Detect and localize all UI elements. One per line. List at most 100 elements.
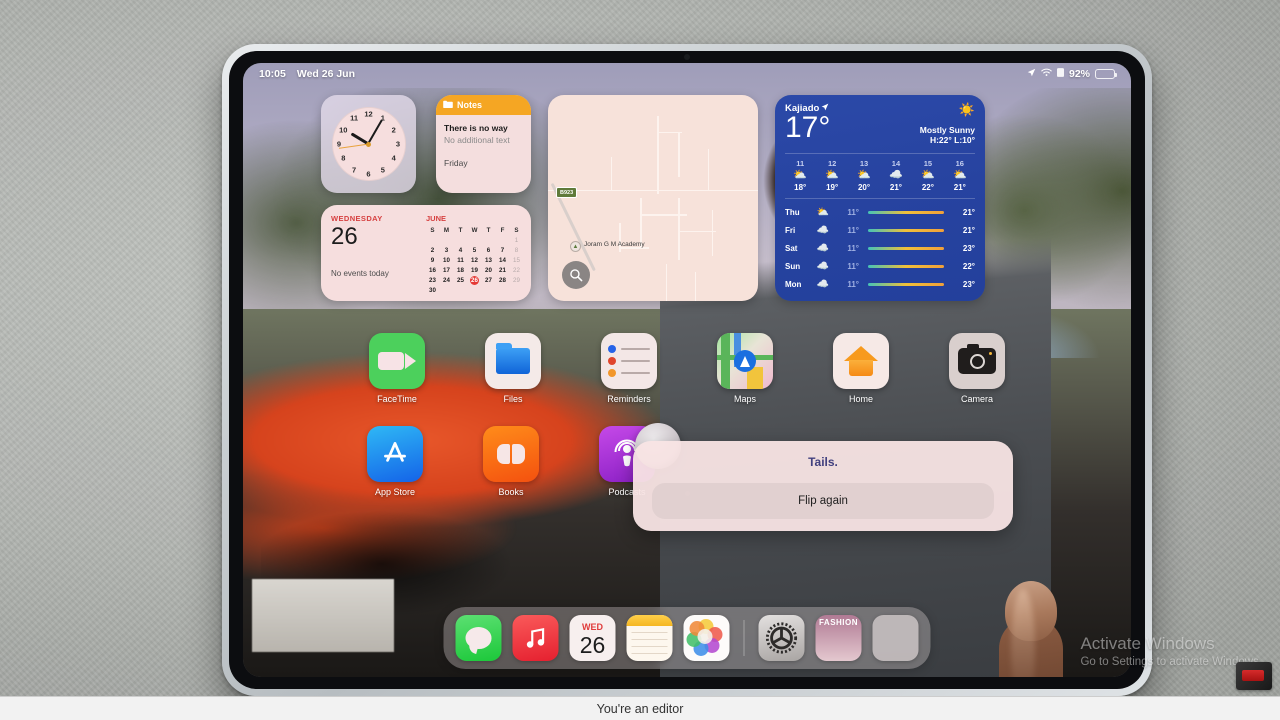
calendar-day-cell[interactable]: 12 xyxy=(468,256,481,265)
weather-hour-temp: 18° xyxy=(794,183,807,192)
dock-item-messages[interactable] xyxy=(455,615,502,661)
app-reminders[interactable]: Reminders xyxy=(599,333,659,404)
calendar-day-cell[interactable]: 3 xyxy=(440,246,453,255)
sun-behind-cloud-icon: ⛅ xyxy=(857,169,871,181)
dock-item-fashion[interactable]: FASHION xyxy=(815,615,862,661)
weather-hour-label: 16 xyxy=(955,159,964,168)
weather-day-range-bar xyxy=(868,210,944,214)
battery-icon xyxy=(1095,69,1117,79)
calendar-day-cell[interactable]: 7 xyxy=(496,246,509,255)
app-files[interactable]: Files xyxy=(483,333,543,404)
dock-item-music[interactable] xyxy=(512,615,559,661)
clock-minute-hand xyxy=(367,119,384,145)
weather-hour-temp: 21° xyxy=(889,183,903,192)
calendar-empty-cell xyxy=(440,286,453,295)
calendar-day-cell[interactable]: 22 xyxy=(510,266,523,275)
app-maps[interactable]: Maps xyxy=(715,333,775,404)
clock-second-hand xyxy=(338,143,369,149)
map-search-button[interactable] xyxy=(562,261,590,289)
notes-widget-header: Notes xyxy=(436,95,531,115)
calendar-day-cell[interactable]: 17 xyxy=(440,266,453,275)
app-camera[interactable]: Camera xyxy=(947,333,1007,404)
map-poi: ▲ Joram G M Academy xyxy=(570,241,645,252)
dock: WED 26 FASHION xyxy=(443,607,931,669)
books-icon xyxy=(483,426,539,482)
calendar-day-cell[interactable]: 21 xyxy=(496,266,509,275)
calendar-empty-cell xyxy=(454,236,467,245)
calendar-day-cell[interactable]: 27 xyxy=(482,276,495,285)
calendar-events-status: No events today xyxy=(331,269,389,279)
calendar-day-cell[interactable]: 14 xyxy=(496,256,509,265)
camera-icon xyxy=(949,333,1005,389)
weather-day-high: 21° xyxy=(962,207,975,217)
sun-behind-cloud-icon: ⛅ xyxy=(825,169,839,181)
maps-widget[interactable]: B923 ▲ Joram G M Academy xyxy=(548,95,758,301)
weather-day-high: 22° xyxy=(962,261,975,271)
calendar-day-cell[interactable]: 23 xyxy=(426,276,439,285)
calendar-day-cell[interactable]: 10 xyxy=(440,256,453,265)
weather-day-range-bar xyxy=(868,246,944,250)
calendar-day-cell[interactable]: 9 xyxy=(426,256,439,265)
calendar-day-cell[interactable]: 1 xyxy=(510,236,523,245)
dock-item-photos[interactable] xyxy=(683,615,730,661)
calendar-day-cell[interactable]: 30 xyxy=(426,286,439,295)
clock-widget[interactable]: 12 1 2 3 4 5 6 7 8 9 10 11 xyxy=(321,95,416,193)
dock-item-calendar[interactable]: WED 26 xyxy=(569,615,616,661)
calendar-dow-header: T xyxy=(458,227,463,234)
calendar-day-cell[interactable]: 11 xyxy=(454,256,467,265)
weather-hour-cell: 11 ⛅ 18° xyxy=(785,159,815,192)
calendar-widget[interactable]: WEDNESDAY 26 No events today JUNE SMTWTF… xyxy=(321,205,531,301)
weather-hour-cell: 12 ⛅ 19° xyxy=(817,159,847,192)
dock-item-recent-apps[interactable] xyxy=(872,615,919,661)
calendar-day-cell[interactable]: 20 xyxy=(482,266,495,275)
app-store-icon xyxy=(367,426,423,482)
calendar-day-cell[interactable]: 25 xyxy=(454,276,467,285)
notes-widget[interactable]: Notes There is no way No additional text… xyxy=(436,95,531,193)
calendar-day-cell[interactable]: 8 xyxy=(510,246,523,255)
calendar-day-cell[interactable]: 18 xyxy=(454,266,467,275)
red-key-icon xyxy=(1242,670,1264,681)
app-home[interactable]: Home xyxy=(831,333,891,404)
dock-item-settings[interactable] xyxy=(758,615,805,661)
weather-widget[interactable]: Kajiado 17° ☀️ Mostly Sunny H:22° L:10° xyxy=(775,95,985,301)
weather-hour-cell: 13 ⛅ 20° xyxy=(849,159,879,192)
weather-day-row: Sat ☁️ 11° 23° xyxy=(785,239,975,257)
calendar-day-cell[interactable]: 24 xyxy=(440,276,453,285)
app-app-store[interactable]: App Store xyxy=(365,426,425,497)
weather-day-name: Mon xyxy=(785,279,802,289)
calendar-day-cell[interactable]: 2 xyxy=(426,246,439,255)
calendar-day-cell[interactable]: 6 xyxy=(482,246,495,255)
sun-behind-cloud-icon: ⛅ xyxy=(921,169,935,181)
calendar-day-cell[interactable]: 19 xyxy=(468,266,481,275)
sun-behind-cloud-icon: ⛅ xyxy=(793,169,808,181)
calendar-day-cell[interactable]: 15 xyxy=(510,256,523,265)
calendar-day-cell[interactable]: 29 xyxy=(510,276,523,285)
calendar-day-cell[interactable]: 4 xyxy=(454,246,467,255)
app-facetime[interactable]: FaceTime xyxy=(367,333,427,404)
calendar-day-cell[interactable]: 26 xyxy=(468,276,481,285)
weather-hourly-forecast: 11 ⛅ 18° 12 ⛅ 19° 13 ⛅ 20° 14 ☁️ 21° 15 ⛅ 22° 16 ⛅ 21° xyxy=(785,159,975,192)
school-poi-icon: ▲ xyxy=(570,241,581,252)
siri-result-text: Tails. xyxy=(808,455,838,469)
calendar-day-cell[interactable]: 5 xyxy=(468,246,481,255)
flip-again-button[interactable]: Flip again xyxy=(652,483,994,519)
corner-thumbnail[interactable] xyxy=(1236,662,1272,690)
calendar-day-cell[interactable]: 28 xyxy=(496,276,509,285)
weather-day-row: Sun ☁️ 11° 22° xyxy=(785,257,975,275)
dock-item-notes[interactable] xyxy=(626,615,673,661)
calendar-empty-cell xyxy=(440,236,453,245)
activate-windows-watermark: Activate Windows Go to Settings to activ… xyxy=(1080,634,1262,668)
notes-line-2: No additional text xyxy=(444,135,510,145)
weather-high-low: H:22° L:10° xyxy=(929,135,975,145)
calendar-day-cell[interactable]: 16 xyxy=(426,266,439,275)
calendar-day-cell[interactable]: 13 xyxy=(482,256,495,265)
weather-day-high: 23° xyxy=(962,243,975,253)
app-books[interactable]: Books xyxy=(481,426,541,497)
ipad-device: 10:05 Wed 26 Jun 92% 12 1 2 3 4 5 6 7 8 … xyxy=(222,44,1152,696)
weather-day-row: Fri ☁️ 11° 21° xyxy=(785,221,975,239)
weather-day-low: 11° xyxy=(847,207,859,217)
clock-center-pin xyxy=(366,141,371,147)
calendar-empty-cell xyxy=(468,286,481,295)
caption-bar: You're an editor xyxy=(0,696,1280,720)
cloud-icon: ☁️ xyxy=(816,260,830,272)
